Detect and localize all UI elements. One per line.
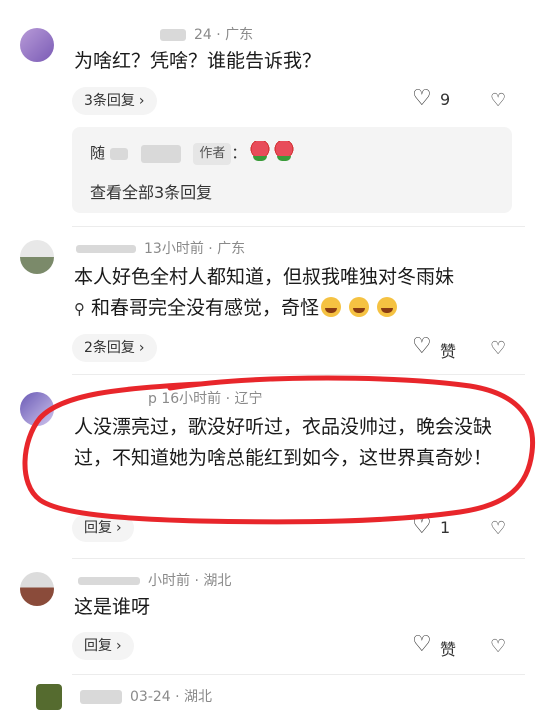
view-all-replies-link[interactable]: 查看全部3条回复 [90, 179, 212, 203]
dislike-icon[interactable]: ♡ [490, 518, 506, 539]
view-replies-button[interactable]: 2条回复 › [72, 334, 157, 362]
comment-meta: 13小时前 · 广东 [76, 238, 245, 258]
chevron-right-icon: › [116, 638, 122, 654]
blurred-username [109, 147, 128, 160]
search-icon[interactable]: ⚲ [74, 300, 85, 318]
blurred-username [80, 690, 122, 704]
divider [72, 226, 525, 227]
dislike-icon[interactable]: ♡ [490, 636, 506, 657]
like-count: 1 [440, 518, 451, 537]
comment-text: 这是谁呀 [74, 596, 151, 618]
avatar[interactable] [20, 240, 54, 274]
like-count: 9 [440, 90, 451, 109]
reply-line: 随 作者： [90, 141, 295, 165]
avatar[interactable] [20, 28, 54, 62]
like-icon[interactable]: ♡ [412, 336, 432, 358]
chevron-right-icon: › [138, 93, 145, 109]
reply-button[interactable]: 回复 › [72, 632, 134, 660]
like-label: 赞 [440, 640, 457, 659]
divider [72, 558, 525, 559]
blurred-username [140, 144, 181, 163]
reply-preview[interactable]: 随 作者： 查看全部3条回复 [72, 127, 512, 213]
reply-button[interactable]: 回复 › [72, 514, 134, 542]
view-replies-button[interactable]: 3条回复 › [72, 87, 157, 115]
reply-text: ： [231, 144, 247, 162]
like-icon[interactable]: ♡ [412, 634, 432, 656]
avatar[interactable] [20, 572, 54, 606]
like-icon[interactable]: ♡ [412, 516, 432, 538]
laugh-emoji-icon [321, 297, 342, 317]
rose-emoji-icon [274, 141, 295, 161]
comment-text: 人没漂亮过，歌没好听过，衣品没帅过，晚会没缺过，不知道她为啥总能红到如今，这世界… [74, 416, 493, 469]
chevron-right-icon: › [138, 340, 145, 356]
blurred-username [160, 29, 186, 41]
divider [72, 374, 525, 375]
author-badge: 作者 [193, 142, 232, 165]
avatar[interactable] [36, 684, 62, 710]
like-label: 赞 [440, 342, 457, 361]
dislike-icon[interactable]: ♡ [490, 338, 506, 359]
laugh-emoji-icon [349, 297, 370, 317]
like-icon[interactable]: ♡ [412, 88, 432, 110]
reply-author-name: 随 [90, 144, 106, 162]
comment-meta: p 16小时前 · 辽宁 [148, 391, 263, 407]
avatar[interactable] [20, 392, 54, 426]
blurred-username [76, 245, 136, 253]
blurred-username [78, 577, 140, 585]
comment-meta: 24 · 广东 [160, 24, 253, 44]
comment-meta: 03-24 · 湖北 [80, 686, 212, 706]
rose-emoji-icon [250, 141, 271, 161]
comment-text: 为啥红？凭啥？谁能告诉我？ [74, 50, 322, 72]
username-fragment: p [148, 391, 157, 407]
comment-meta: 小时前 · 湖北 [78, 570, 231, 590]
divider [72, 674, 525, 675]
chevron-right-icon: › [116, 520, 122, 536]
laugh-emoji-icon [377, 297, 398, 317]
dislike-icon[interactable]: ♡ [490, 90, 506, 111]
comment-text: 本人好色全村人都知道，但叔我唯独对冬雨妹 ⚲ 和春哥完全没有感觉，奇怪 [74, 266, 455, 319]
